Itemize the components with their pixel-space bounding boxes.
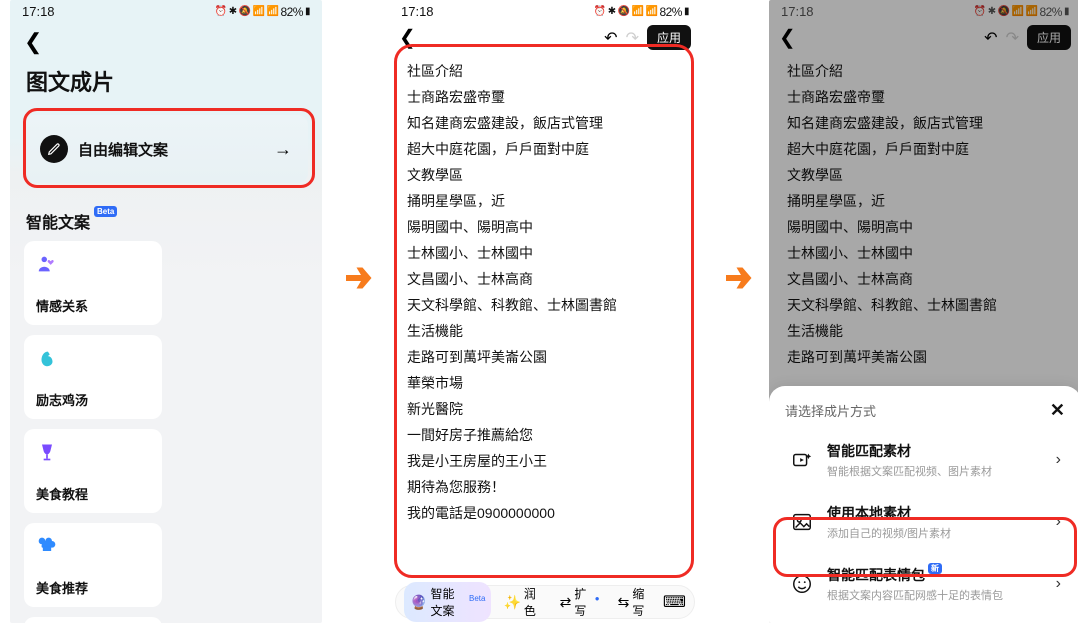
option-local-media[interactable]: 使用本地素材 添加自己的视频/图片素材 ›: [785, 491, 1065, 553]
redo-icon: ↷: [626, 28, 639, 48]
editor-line: 超大中庭花園，戶戶面對中庭: [407, 136, 683, 162]
editor-line: 走路可到萬坪美崙公園: [407, 344, 683, 370]
chevron-right-icon: ›: [1056, 513, 1061, 531]
tile-motivation[interactable]: 励志鸡汤: [24, 335, 162, 419]
phone-1: 17:18 ⏰✱🔕📶📶 82%▮ ❮ 图文成片 自由编辑文案 → 智能文案 Be…: [10, 0, 322, 623]
person-heart-icon: [36, 253, 58, 275]
page-title: 图文成片: [10, 59, 322, 109]
tile-emotion[interactable]: 情感关系: [24, 241, 162, 325]
editor-line: 社區介紹: [407, 58, 683, 84]
category-grid: 情感关系 励志鸡汤 美食教程 美食推荐 营销广告 家居分享: [10, 241, 322, 623]
flow-arrow-1: [338, 255, 378, 295]
phone-2: 17:18 ⏰✱🔕📶📶 82%▮ ❮ ↶ ↷ 应用 社區介紹 士商路宏盛帝璽 知…: [389, 0, 701, 623]
beta-badge: Beta: [94, 206, 117, 217]
free-edit-card[interactable]: 自由编辑文案 →: [24, 115, 308, 183]
free-edit-label: 自由编辑文案: [78, 139, 168, 160]
status-icons: ⏰✱🔕📶📶 82%▮: [594, 5, 689, 19]
expand-icon: ⇄: [560, 594, 572, 611]
editor-line: 士林國小、士林國中: [407, 240, 683, 266]
editor-line: 知名建商宏盛建設，飯店式管理: [407, 110, 683, 136]
chevron-right-icon: ›: [1056, 575, 1061, 593]
status-icons: ⏰✱🔕📶📶 82%▮: [215, 5, 310, 19]
polish-chip[interactable]: ✨ 润色: [497, 582, 547, 622]
tile-marketing[interactable]: 营销广告: [24, 617, 162, 623]
chevron-right-icon: ›: [1056, 451, 1061, 469]
tile-food-tutorial[interactable]: 美食教程: [24, 429, 162, 513]
status-time: 17:18: [22, 4, 55, 19]
keyboard-icon[interactable]: ⌨: [663, 592, 686, 612]
shrink-chip[interactable]: ⇆ 缩写: [612, 582, 657, 622]
editor-line: 生活機能: [407, 318, 683, 344]
editor-line: 華榮市場: [407, 370, 683, 396]
emoji-icon: [789, 573, 815, 595]
chef-icon: [36, 535, 58, 557]
editor-line: 一間好房子推薦給您: [407, 422, 683, 448]
tile-food-rec[interactable]: 美食推荐: [24, 523, 162, 607]
editor-line: 新光醫院: [407, 396, 683, 422]
editor-line: 文昌國小、士林高商: [407, 266, 683, 292]
back-icon[interactable]: ❮: [399, 25, 416, 50]
wine-icon: [36, 441, 58, 463]
sparkle-icon: 🔮: [410, 594, 427, 611]
status-time: 17:18: [401, 4, 434, 19]
editor-line: 天文科學館、科教館、士林圖書館: [407, 292, 683, 318]
flow-arrow-2: [718, 255, 758, 295]
editor-line: 期待為您服務！: [407, 474, 683, 500]
editor-line: 文教學區: [407, 162, 683, 188]
video-sparkle-icon: [789, 449, 815, 471]
shrink-icon: ⇆: [618, 594, 630, 611]
option-smart-match[interactable]: 智能匹配素材 智能根据文案匹配视频、图片素材 ›: [785, 429, 1065, 491]
apply-button[interactable]: 应用: [647, 25, 691, 50]
status-bar: 17:18 ⏰✱🔕📶📶 82%▮: [389, 0, 701, 21]
image-icon: [789, 511, 815, 533]
expand-chip[interactable]: ⇄ 扩写 ●: [554, 582, 606, 622]
back-icon[interactable]: ❮: [24, 29, 42, 54]
sheet-title: 请选择成片方式: [785, 401, 876, 420]
editor-line: 我的電話是0900000000: [407, 500, 683, 526]
smart-copy-chip[interactable]: 🔮 智能文案 Beta: [404, 582, 491, 622]
editor-toolbar: 🔮 智能文案 Beta ✨ 润色 ⇄ 扩写 ● ⇆ 缩写 ⌨: [395, 585, 695, 619]
new-badge: 新: [928, 563, 942, 574]
close-icon[interactable]: ✕: [1050, 400, 1065, 421]
editor-line: 捅明星學區，近: [407, 188, 683, 214]
bottom-sheet: 请选择成片方式 ✕ 智能匹配素材 智能根据文案匹配视频、图片素材 › 使用本地素…: [769, 386, 1078, 623]
smart-copy-header: 智能文案 Beta: [10, 189, 322, 241]
option-emoji-match[interactable]: 智能匹配表情包新 根据文案内容匹配网感十足的表情包 ›: [785, 553, 1065, 615]
wand-icon: ✨: [503, 594, 520, 611]
editor-line: 我是小王房屋的王小王: [407, 448, 683, 474]
editor-line: 陽明國中、陽明高中: [407, 214, 683, 240]
text-editor[interactable]: 社區介紹 士商路宏盛帝璽 知名建商宏盛建設，飯店式管理 超大中庭花園，戶戶面對中…: [389, 52, 701, 582]
editor-line: 士商路宏盛帝璽: [407, 84, 683, 110]
status-bar: 17:18 ⏰✱🔕📶📶 82%▮: [10, 0, 322, 21]
flex-icon: [36, 347, 58, 369]
phone-3: 17:18 ⏰✱🔕📶📶 82%▮ ❮ ↶ ↷ 应用 社區介紹士商路宏盛帝璽知名建…: [769, 0, 1078, 623]
arrow-right-icon: →: [274, 139, 292, 160]
undo-icon[interactable]: ↶: [604, 28, 617, 48]
pencil-icon: [40, 135, 68, 163]
